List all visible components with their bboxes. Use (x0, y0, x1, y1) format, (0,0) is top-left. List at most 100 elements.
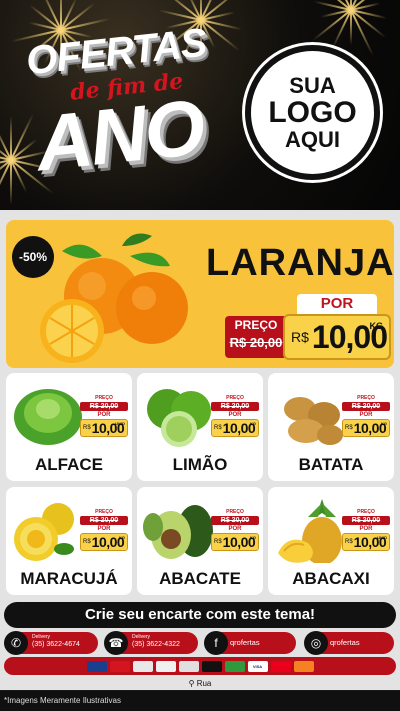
payment-card-icon: VISA (247, 660, 268, 672)
product-por-label: POR (97, 412, 111, 418)
product-preco-label: PREÇO (80, 395, 128, 402)
product-name: BATATA (298, 455, 364, 474)
facebook-icon: f (204, 631, 228, 655)
payment-card-icon (109, 660, 130, 672)
product-currency: R$ (214, 425, 222, 431)
product-card: PREÇO R$ 20,00 POR R$ 10,00 UNID ABACAXI (268, 487, 394, 595)
product-card: PREÇO R$ 20,00 POR R$ 10,00 UNID ALFACE (6, 373, 132, 481)
featured-new-price-tag: R$ 10,00 KG (283, 314, 391, 360)
logo-text-line2: LOGO (268, 95, 357, 129)
whatsapp-icon: ✆ (4, 631, 28, 655)
delivery-phone-1[interactable]: ✆ Delivery (35) 3622-4674 (4, 631, 98, 655)
product-preco-label: PREÇO (80, 509, 128, 516)
product-image (284, 397, 343, 445)
product-price-tag: PREÇO R$ 20,00 POR R$ 10,00 UNID (80, 395, 128, 437)
product-price-tag: PREÇO R$ 20,00 POR R$ 10,00 KG (211, 395, 259, 437)
facebook-link[interactable]: f qrofertas (204, 631, 296, 655)
product-preco-label: PREÇO (211, 509, 259, 516)
product-preco-label: PREÇO (342, 395, 390, 402)
contact-bar: ✆ Delivery (35) 3622-4674 ☎ Delivery (35… (0, 630, 400, 656)
product-old-price: R$ 20,00 (80, 516, 128, 525)
logo-text-line3: AQUI (285, 127, 340, 153)
product-image (143, 505, 213, 559)
product-card: PREÇO R$ 20,00 POR R$ 10,00 KG ABACATE (137, 487, 263, 595)
product-unit: KG (119, 535, 125, 540)
delivery-label-1: Delivery (32, 634, 51, 640)
featured-currency: R$ (291, 329, 309, 345)
payment-card-icon (155, 660, 176, 672)
phone-1: (35) 3622-4674 (32, 641, 80, 648)
disclaimer: *Imagens Meramente Ilustrativas (0, 691, 400, 711)
product-old-price: R$ 20,00 (80, 402, 128, 411)
product-price-tag: PREÇO R$ 20,00 POR R$ 10,00 KG (211, 509, 259, 551)
product-image (278, 499, 342, 563)
product-new-price-box: R$ 10,00 KG (211, 419, 259, 437)
product-name: MARACUJÁ (20, 569, 118, 588)
product-price-tag: PREÇO R$ 20,00 POR R$ 10,00 UNID (342, 509, 390, 551)
product-image (14, 503, 74, 561)
delivery-phone-2[interactable]: ☎ Delivery (35) 3622-4322 (104, 631, 198, 655)
header-banner: OFERTAS de fim de ANO SUA LOGO AQUI (0, 0, 400, 210)
discount-badge: -50% (12, 236, 54, 278)
phone-icon: ☎ (104, 631, 128, 655)
product-currency: R$ (83, 425, 91, 431)
address: ⚲ Rua (0, 677, 400, 691)
featured-old-price: R$ 20,00 (229, 335, 283, 350)
product-name: ABACAXI (292, 569, 370, 588)
product-old-price: R$ 20,00 (211, 402, 259, 411)
product-image (147, 389, 211, 447)
payment-card-icon (270, 660, 291, 672)
title-ano: ANO (31, 82, 208, 188)
payment-methods-bar: VISA (4, 657, 396, 675)
product-old-price: R$ 20,00 (211, 516, 259, 525)
product-new-price-box: R$ 10,00 KG (211, 533, 259, 551)
product-currency: R$ (345, 425, 353, 431)
product-card: PREÇO R$ 20,00 POR R$ 10,00 KG LIMÃO (137, 373, 263, 481)
product-currency: R$ (345, 539, 353, 545)
cta-banner[interactable]: Crie seu encarte com este tema! (4, 602, 396, 628)
instagram-link[interactable]: ◎ qrofertas (304, 631, 394, 655)
product-unit: UNID (377, 535, 387, 540)
address-text: Rua (196, 679, 212, 688)
product-old-price: R$ 20,00 (342, 516, 390, 525)
delivery-label-2: Delivery (132, 634, 151, 640)
logo-placeholder: SUA LOGO AQUI (245, 45, 380, 180)
product-unit: KG (381, 421, 387, 426)
featured-old-price-tag: PREÇO R$ 20,00 (225, 316, 287, 358)
product-currency: R$ (214, 539, 222, 545)
product-unit: UNID (115, 421, 125, 426)
payment-card-icon (132, 660, 153, 672)
payment-card-icon (293, 660, 314, 672)
logo-text-line1: SUA (289, 72, 336, 98)
product-new-price-box: R$ 10,00 KG (80, 533, 128, 551)
product-name: ABACATE (159, 569, 241, 588)
product-new-price-box: R$ 10,00 KG (342, 419, 390, 437)
product-currency: R$ (83, 539, 91, 545)
product-card: PREÇO R$ 20,00 POR R$ 10,00 KG BATATA (268, 373, 394, 481)
product-card: PREÇO R$ 20,00 POR R$ 10,00 KG MARACUJÁ (6, 487, 132, 595)
product-name: LIMÃO (172, 455, 228, 474)
title-block: OFERTAS de fim de ANO (22, 21, 208, 188)
orange-image (40, 233, 188, 363)
instagram-icon: ◎ (304, 631, 328, 655)
product-preco-label: PREÇO (211, 395, 259, 402)
payment-card-icon (201, 660, 222, 672)
featured-por-label: POR (297, 294, 377, 314)
payment-card-icon (86, 660, 107, 672)
product-por-label: POR (359, 412, 373, 418)
featured-preco-label: PREÇO (234, 318, 278, 332)
product-por-label: POR (228, 526, 242, 532)
product-por-label: POR (228, 412, 242, 418)
firework-spark (10, 160, 12, 205)
product-por-label: POR (359, 526, 373, 532)
product-por-label: POR (97, 526, 111, 532)
payment-card-icon (178, 660, 199, 672)
featured-product-name: LARANJA (206, 242, 394, 284)
phone-2: (35) 3622-4322 (132, 641, 180, 648)
product-price-tag: PREÇO R$ 20,00 POR R$ 10,00 KG (342, 395, 390, 437)
product-new-price-box: R$ 10,00 UNID (342, 533, 390, 551)
location-pin-icon: ⚲ (188, 679, 195, 688)
product-price-tag: PREÇO R$ 20,00 POR R$ 10,00 KG (80, 509, 128, 551)
product-unit: KG (250, 535, 256, 540)
product-old-price: R$ 20,00 (342, 402, 390, 411)
